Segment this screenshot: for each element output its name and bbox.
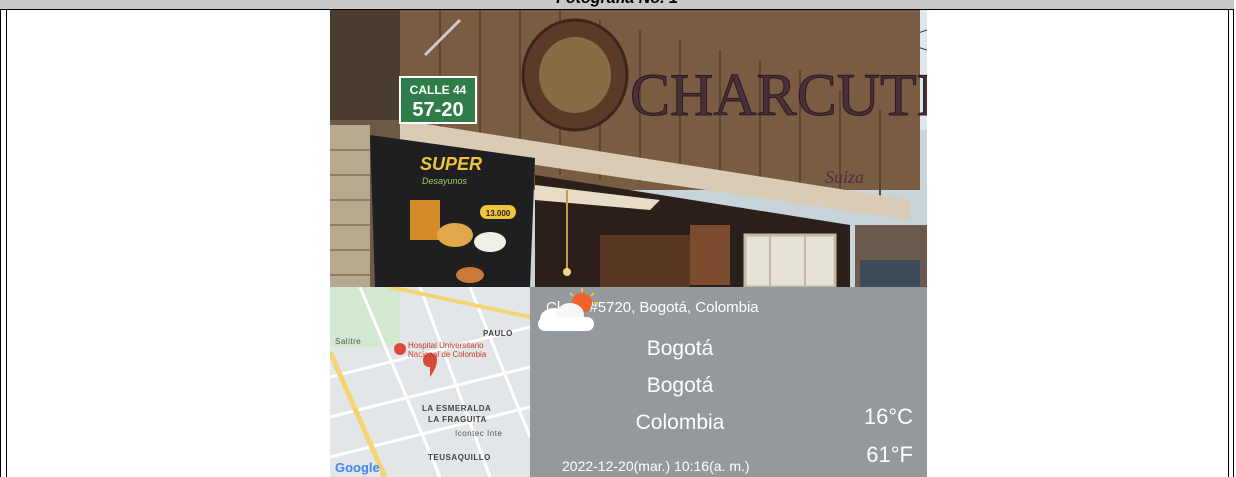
partly-cloudy-icon bbox=[538, 288, 598, 331]
map-roads bbox=[330, 287, 530, 477]
stamp-temp-fahrenheit: 61°F bbox=[866, 442, 913, 467]
table-right-rule bbox=[1228, 10, 1229, 477]
map-label-teusaquillo: TEUSAQUILLO bbox=[428, 453, 491, 462]
stamp-department: Bogotá bbox=[646, 374, 714, 397]
banner-price: 13.000 bbox=[486, 209, 511, 218]
stamp-temp-celsius: 16°C bbox=[863, 404, 913, 429]
banner-tag: Desayunos bbox=[422, 176, 468, 186]
banner-headline: SUPER bbox=[420, 154, 482, 174]
street-sign-line2: 57-20 bbox=[412, 99, 463, 121]
store-name-sign: CHARCUTERIA bbox=[630, 62, 927, 128]
map-poi-label: Hospital Universitario Nacional de Colom… bbox=[408, 341, 487, 359]
google-logo: Google bbox=[335, 460, 380, 475]
stamp-datetime: 2022-12-20(mar.) 10:16(a. m.) bbox=[562, 458, 750, 474]
caption-title: Fotografía No. 1 bbox=[0, 0, 1234, 8]
storefront-scene: CHARCUTERIA Suiza CALLE 44 57-20 SUPER D… bbox=[330, 10, 927, 287]
map-label-fraguita: LA FRAGUITA bbox=[428, 415, 487, 424]
store-sub-sign: Suiza bbox=[825, 167, 864, 187]
map-label-salitre: Salitre bbox=[335, 337, 362, 346]
stamp-city: Bogotá bbox=[646, 337, 714, 360]
caption-header: Fotografía No. 1 bbox=[0, 0, 1234, 10]
location-map: Hospital Universitario Nacional de Colom… bbox=[330, 287, 530, 477]
map-label-paulo: PAULO bbox=[483, 329, 513, 338]
geotag-stamp: Cl. 44 #5720, Bogotá, Colombia Bogotá Bo… bbox=[530, 287, 927, 477]
stamp-country: Colombia bbox=[635, 411, 725, 434]
map-label-esmeralda: LA ESMERALDA bbox=[422, 404, 492, 413]
map-label-icontec: Icontec Inte bbox=[455, 429, 503, 438]
storefront-photo: CHARCUTERIA Suiza CALLE 44 57-20 SUPER D… bbox=[330, 10, 927, 477]
street-sign-line1: CALLE 44 bbox=[410, 83, 467, 97]
table-left-rule bbox=[6, 10, 7, 477]
